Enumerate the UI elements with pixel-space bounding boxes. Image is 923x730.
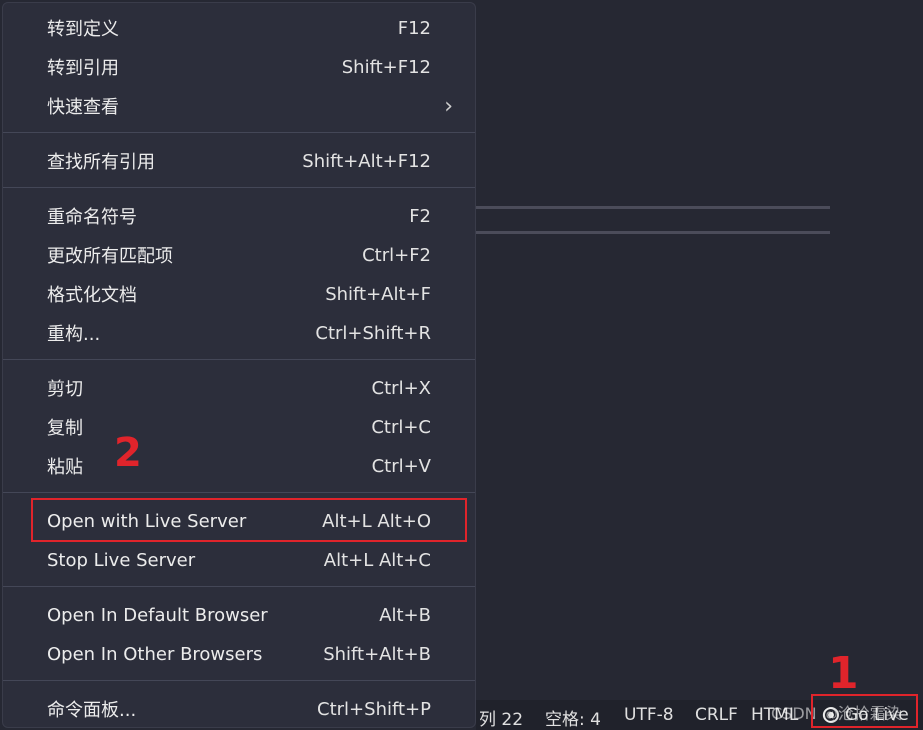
menu-item-label: 格式化文档 <box>47 285 137 306</box>
menu-item-shortcut: Ctrl+X <box>371 377 431 399</box>
menu-item-label: Open In Other Browsers <box>47 643 263 665</box>
annotation-box-open-with-live-server <box>31 498 467 542</box>
menu-item-shortcut: Shift+Alt+F <box>325 283 431 305</box>
menu-item-shortcut: Shift+Alt+B <box>323 643 431 665</box>
chevron-right-icon: › <box>444 93 453 119</box>
menu-item-shortcut: Ctrl+Shift+P <box>317 698 431 720</box>
menu-item-label: Open In Default Browser <box>47 604 268 626</box>
menu-item-shortcut: Shift+F12 <box>341 56 431 78</box>
menu-item-label: 命令面板... <box>47 700 137 721</box>
annotation-box-go-live <box>811 694 918 728</box>
status-indentation[interactable]: 空格: 4 <box>545 705 601 730</box>
status-encoding[interactable]: UTF-8 <box>624 705 674 725</box>
annotation-number-2: 2 <box>114 430 142 476</box>
menu-item-label: 更改所有匹配项 <box>47 246 173 267</box>
menu-item-label: 重命名符号 <box>47 207 137 228</box>
menu-item-refactor[interactable]: 重构... Ctrl+Shift+R <box>3 315 475 351</box>
menu-item-shortcut: Alt+L Alt+C <box>323 549 431 571</box>
annotation-number-1: 1 <box>828 648 859 699</box>
menu-item-label: 重构... <box>47 324 101 345</box>
editor-rule-1 <box>470 206 830 209</box>
menu-item-paste[interactable]: 粘贴 Ctrl+V <box>3 448 475 484</box>
menu-separator <box>3 492 475 493</box>
menu-item-copy[interactable]: 复制 Ctrl+C <box>3 409 475 445</box>
menu-separator <box>3 680 475 681</box>
editor-rule-2 <box>470 231 830 234</box>
menu-item-go-to-definition[interactable]: 转到定义 F12 <box>3 10 475 46</box>
menu-item-shortcut: Ctrl+C <box>371 416 431 438</box>
menu-item-label: 快速查看 <box>47 97 119 118</box>
menu-item-cut[interactable]: 剪切 Ctrl+X <box>3 370 475 406</box>
menu-item-open-in-other-browsers[interactable]: Open In Other Browsers Shift+Alt+B <box>3 636 475 672</box>
menu-item-format-document[interactable]: 格式化文档 Shift+Alt+F <box>3 276 475 312</box>
menu-item-label: 复制 <box>47 418 83 439</box>
menu-item-command-palette[interactable]: 命令面板... Ctrl+Shift+P <box>3 691 475 727</box>
menu-item-label: 查找所有引用 <box>47 152 155 173</box>
menu-item-label: 转到引用 <box>47 58 119 79</box>
menu-item-shortcut: Ctrl+F2 <box>362 244 431 266</box>
menu-item-peek[interactable]: 快速查看 › <box>3 88 475 124</box>
context-menu: 转到定义 F12 转到引用 Shift+F12 快速查看 › 查找所有引用 Sh… <box>2 2 476 728</box>
status-column[interactable]: 列 22 <box>479 705 523 730</box>
menu-separator <box>3 359 475 360</box>
menu-separator <box>3 132 475 133</box>
menu-item-go-to-references[interactable]: 转到引用 Shift+F12 <box>3 49 475 85</box>
menu-item-shortcut: F2 <box>409 205 431 227</box>
menu-item-shortcut: Ctrl+V <box>371 455 431 477</box>
status-eol[interactable]: CRLF <box>695 705 738 725</box>
menu-item-change-all-occurrences[interactable]: 更改所有匹配项 Ctrl+F2 <box>3 237 475 273</box>
menu-item-label: 剪切 <box>47 379 83 400</box>
menu-separator <box>3 586 475 587</box>
menu-item-open-in-default-browser[interactable]: Open In Default Browser Alt+B <box>3 597 475 633</box>
menu-item-shortcut: F12 <box>397 17 431 39</box>
menu-item-label: 转到定义 <box>47 19 119 40</box>
menu-item-label: Stop Live Server <box>47 549 196 571</box>
menu-item-rename-symbol[interactable]: 重命名符号 F2 <box>3 198 475 234</box>
menu-item-label: 粘贴 <box>47 457 83 478</box>
menu-separator <box>3 187 475 188</box>
menu-item-find-all-references[interactable]: 查找所有引用 Shift+Alt+F12 <box>3 143 475 179</box>
menu-item-shortcut: Shift+Alt+F12 <box>302 150 431 172</box>
menu-item-shortcut: Ctrl+Shift+R <box>315 322 431 344</box>
menu-item-shortcut: Alt+B <box>379 604 431 626</box>
menu-item-stop-live-server[interactable]: Stop Live Server Alt+L Alt+C <box>3 542 475 578</box>
